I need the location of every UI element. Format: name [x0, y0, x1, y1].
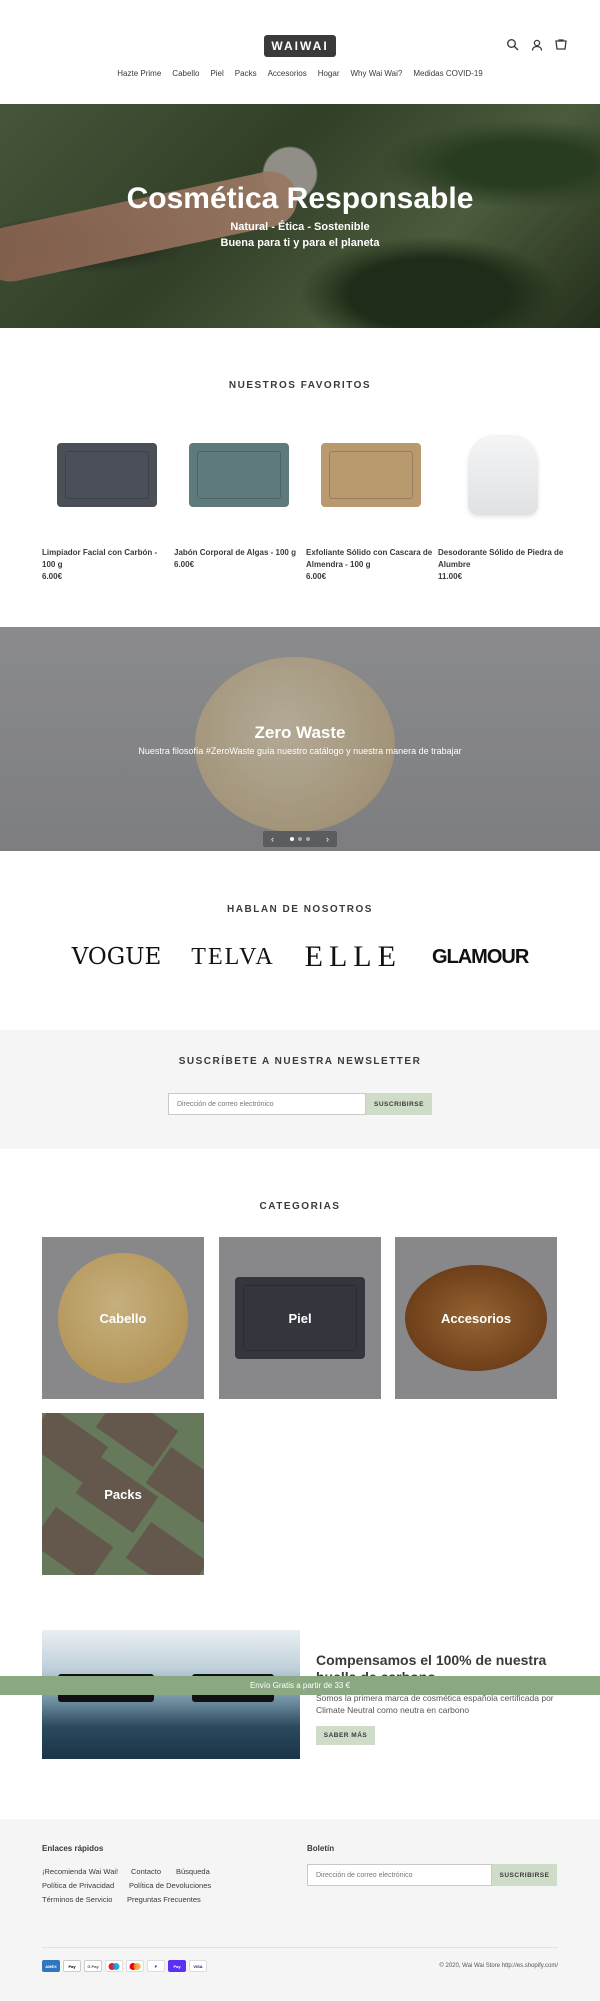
newsletter-title: SUSCRÍBETE A NUESTRA NEWSLETTER	[178, 1056, 422, 1067]
amex-icon: AMEX	[42, 1960, 60, 1972]
slide-dot[interactable]	[298, 837, 302, 841]
maestro-icon	[105, 1960, 123, 1972]
category-card-cabello[interactable]: Cabello	[42, 1237, 204, 1399]
footer-link-terminos[interactable]: Términos de Servicio	[42, 1895, 112, 1904]
slideshow-controls: ‹ ›	[263, 831, 337, 847]
press-logo-elle: ELLE	[304, 940, 402, 973]
visa-icon: VISA	[189, 1960, 207, 1972]
site-footer: Enlaces rápidos ¡Recomienda Wai Wai! Con…	[0, 1819, 600, 2001]
slideshow: Zero Waste Nuestra filosofía #ZeroWaste …	[0, 627, 600, 851]
press-logo-telva: TELVA	[191, 944, 275, 970]
category-card-packs[interactable]: Packs	[42, 1413, 204, 1575]
product-card[interactable]: Desodorante Sólido de Piedra de Alumbre …	[438, 412, 568, 581]
footer-divider	[42, 1947, 558, 1948]
paypal-icon: P	[147, 1960, 165, 1972]
chevron-right-icon[interactable]: ›	[326, 834, 329, 844]
main-nav: Hazte Prime Cabello Piel Packs Accesorio…	[0, 69, 600, 78]
footer-newsletter-form: Dirección de correo electrónico SUSCRIBI…	[307, 1864, 557, 1886]
slide-title: Zero Waste	[254, 723, 346, 742]
google-pay-icon: G Pay	[84, 1960, 102, 1972]
footer-newsletter-title: Boletín	[307, 1844, 335, 1853]
product-price: 11.00€	[438, 572, 463, 581]
category-label[interactable]: Piel	[288, 1311, 311, 1326]
free-shipping-banner: Envío Gratis a partir de 33 €	[0, 1676, 600, 1695]
subscribe-button[interactable]: SUSCRIBIRSE	[366, 1093, 432, 1115]
product-price: 6.00€	[174, 560, 195, 569]
slide-dots	[290, 837, 310, 841]
product-card[interactable]: Limpiador Facial con Carbón - 100 g 6.00…	[42, 412, 172, 581]
footer-link-contacto[interactable]: Contacto	[131, 1867, 161, 1876]
product-image[interactable]	[42, 412, 172, 537]
slide-dot[interactable]	[290, 837, 294, 841]
product-price: 6.00€	[42, 572, 63, 581]
carbon-text: Somos la primera marca de cosmética espa…	[316, 1693, 554, 1715]
hero-title: Cosmética Responsable	[126, 182, 474, 215]
product-name[interactable]: Jabón Corporal de Algas - 100 g	[174, 547, 304, 559]
nav-item-piel[interactable]: Piel	[210, 69, 223, 78]
hero-banner: Cosmética Responsable Natural - Ética - …	[0, 104, 600, 328]
footer-link-recomienda[interactable]: ¡Recomienda Wai Wai!	[42, 1867, 118, 1876]
product-name[interactable]: Limpiador Facial con Carbón - 100 g	[42, 547, 172, 571]
footer-link-devoluciones[interactable]: Política de Devoluciones	[129, 1881, 211, 1890]
press-logo-vogue: VOGUE	[71, 944, 162, 970]
cart-icon[interactable]	[554, 38, 568, 52]
search-icon[interactable]	[506, 38, 520, 52]
nav-item-hazte-prime[interactable]: Hazte Prime	[117, 69, 161, 78]
category-label[interactable]: Packs	[104, 1487, 142, 1502]
press-title: HABLAN DE NOSOTROS	[227, 904, 373, 915]
footer-links-title: Enlaces rápidos	[42, 1844, 104, 1853]
newsletter-form: Dirección de correo electrónico SUSCRIBI…	[168, 1093, 432, 1115]
shop-pay-icon: Pay	[168, 1960, 186, 1972]
product-price: 6.00€	[306, 572, 327, 581]
nav-item-covid[interactable]: Medidas COVID-19	[413, 69, 482, 78]
hero-subtitle: Natural - Ética - Sostenible	[230, 221, 370, 233]
copyright[interactable]: © 2020, Wai Wai Store http://es.shopify.…	[439, 1963, 558, 1969]
site-logo[interactable]: WAIWAI	[264, 35, 336, 57]
nav-item-hogar[interactable]: Hogar	[318, 69, 340, 78]
press-logo-glamour: GLAMOUR	[431, 946, 529, 968]
account-icon[interactable]	[530, 38, 544, 52]
favorites-title: NUESTROS FAVORITOS	[228, 380, 372, 391]
footer-email-input[interactable]: Dirección de correo electrónico	[307, 1864, 492, 1886]
header-icons	[506, 38, 568, 52]
product-name[interactable]: Desodorante Sólido de Piedra de Alumbre	[438, 547, 568, 571]
product-image[interactable]	[438, 412, 568, 537]
nav-item-accesorios[interactable]: Accesorios	[268, 69, 307, 78]
payment-icons: AMEX Pay G Pay P Pay VISA	[42, 1960, 207, 1972]
nav-item-why-wai-wai[interactable]: Why Wai Wai?	[351, 69, 403, 78]
learn-more-button[interactable]: SABER MÁS	[316, 1726, 375, 1745]
footer-subscribe-button[interactable]: SUSCRIBIRSE	[492, 1864, 557, 1886]
product-image[interactable]	[174, 412, 304, 537]
chevron-left-icon[interactable]: ‹	[271, 834, 274, 844]
hero-tagline: Buena para ti y para el planeta	[220, 237, 380, 249]
newsletter-section: SUSCRÍBETE A NUESTRA NEWSLETTER Direcció…	[0, 1030, 600, 1149]
nav-item-cabello[interactable]: Cabello	[172, 69, 199, 78]
product-card[interactable]: Exfoliante Sólido con Cascara de Almendr…	[306, 412, 436, 581]
category-card-accesorios[interactable]: Accesorios	[395, 1237, 557, 1399]
category-label[interactable]: Cabello	[100, 1311, 147, 1326]
site-header: WAIWAI Hazte Prime Cabello Piel Packs Ac…	[0, 0, 600, 104]
apple-pay-icon: Pay	[63, 1960, 81, 1972]
nav-item-packs[interactable]: Packs	[235, 69, 257, 78]
slide-text: Nuestra filosofía #ZeroWaste guía nuestr…	[138, 746, 462, 756]
newsletter-email-input[interactable]: Dirección de correo electrónico	[168, 1093, 366, 1115]
category-card-piel[interactable]: Piel	[219, 1237, 381, 1399]
product-card[interactable]: Jabón Corporal de Algas - 100 g 6.00€	[174, 412, 304, 569]
product-image[interactable]	[306, 412, 436, 537]
mastercard-icon	[126, 1960, 144, 1972]
categories-title: CATEGORIAS	[259, 1201, 341, 1212]
footer-link-faq[interactable]: Preguntas Frecuentes	[127, 1895, 201, 1904]
slide-dot[interactable]	[306, 837, 310, 841]
press-logos: VOGUE TELVA ELLE GLAMOUR	[0, 940, 600, 974]
product-name[interactable]: Exfoliante Sólido con Cascara de Almendr…	[306, 547, 436, 571]
footer-link-busqueda[interactable]: Búsqueda	[176, 1867, 210, 1876]
footer-link-privacidad[interactable]: Política de Privacidad	[42, 1881, 114, 1890]
category-label[interactable]: Accesorios	[441, 1311, 511, 1326]
